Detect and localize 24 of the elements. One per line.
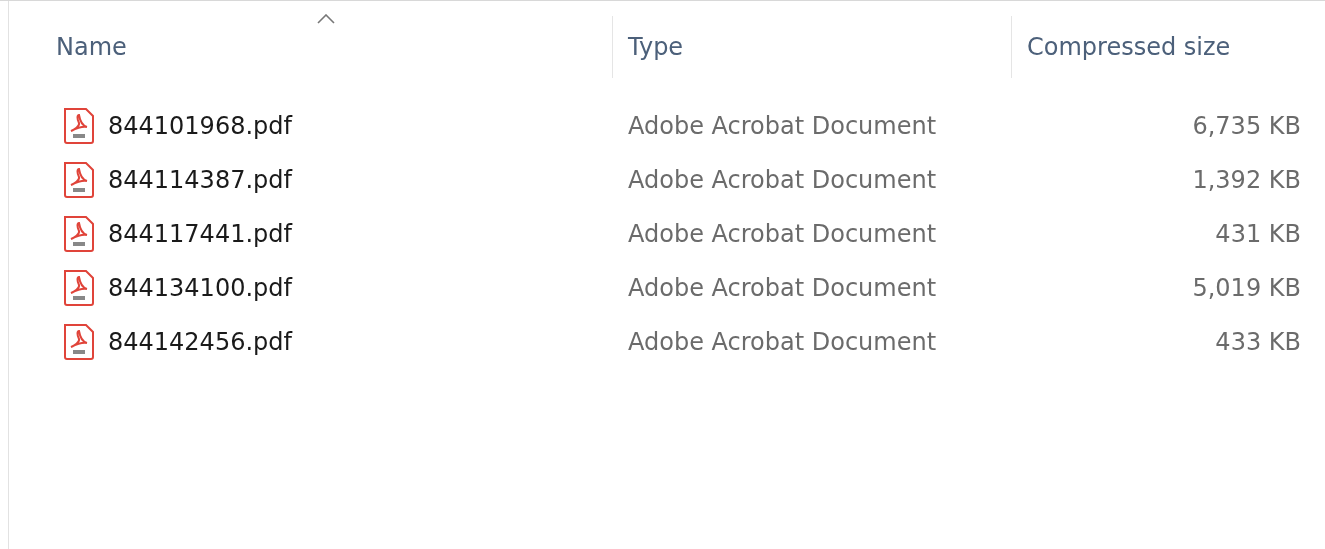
column-header[interactable]: Compressed size [1011,16,1313,78]
file-size: 5,019 KB [1192,274,1301,302]
pdf-file-icon [62,269,96,307]
file-name[interactable]: 844114387.pdf [108,166,292,194]
file-name[interactable]: 844101968.pdf [108,112,292,140]
file-type: Adobe Acrobat Document [628,166,937,194]
file-name[interactable]: 844142456.pdf [108,328,292,356]
file-type: Adobe Acrobat Document [628,274,937,302]
sort-ascending-icon [316,14,335,24]
pdf-file-icon [62,107,96,145]
file-size: 433 KB [1215,328,1301,356]
column-header[interactable]: Name [9,16,612,78]
pdf-file-icon [62,323,96,361]
file-name[interactable]: 844117441.pdf [108,220,292,248]
file-type: Adobe Acrobat Document [628,220,937,248]
column-header[interactable]: Type [612,16,1011,78]
pdf-file-icon [62,161,96,199]
file-type: Adobe Acrobat Document [628,112,937,140]
pdf-file-icon [62,215,96,253]
file-size: 431 KB [1215,220,1301,248]
file-name[interactable]: 844134100.pdf [108,274,292,302]
file-size: 1,392 KB [1192,166,1301,194]
file-size: 6,735 KB [1192,112,1301,140]
file-type: Adobe Acrobat Document [628,328,937,356]
